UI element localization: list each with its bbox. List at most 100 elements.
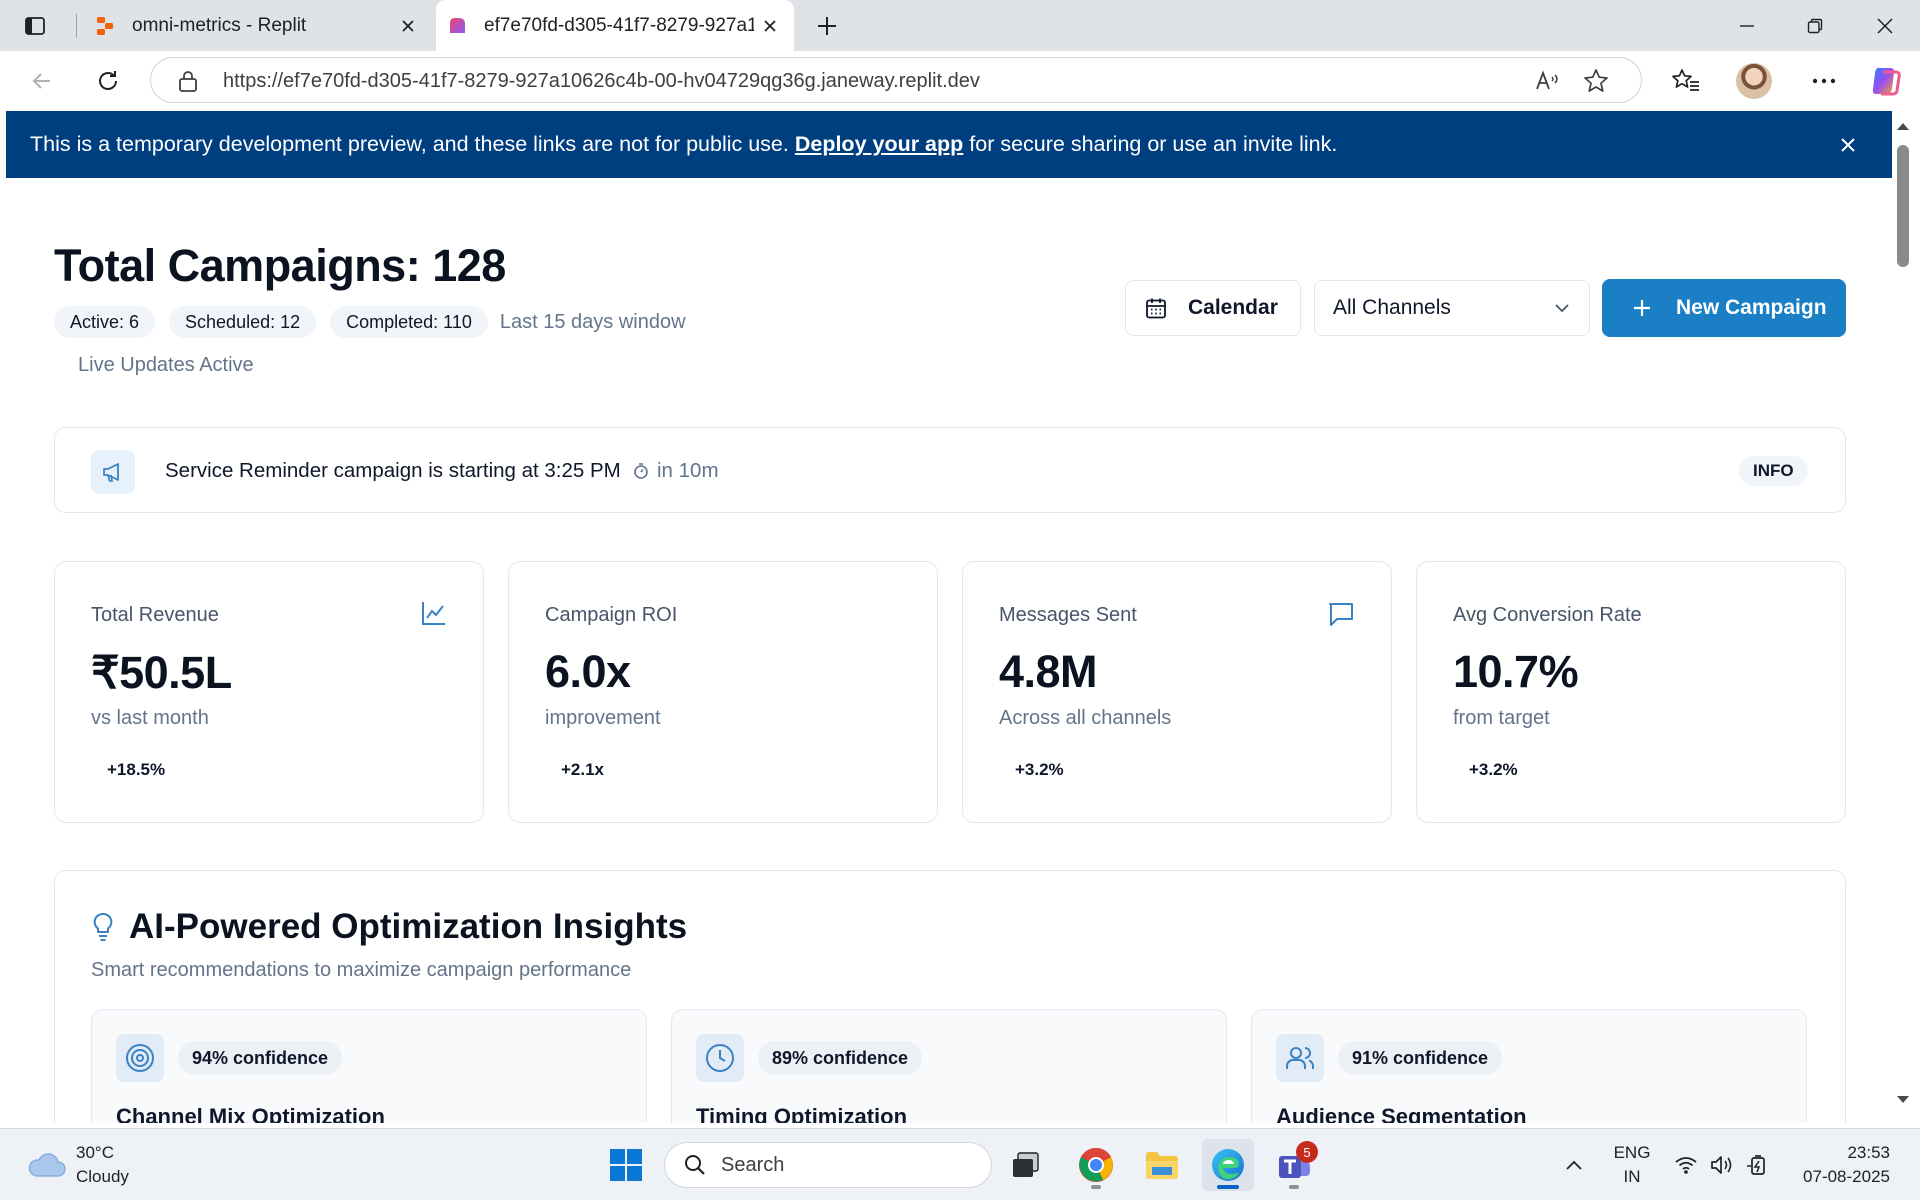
confidence-badge: 89% confidence	[758, 1041, 923, 1075]
start-button[interactable]	[600, 1139, 652, 1191]
chevron-up-icon	[1566, 1160, 1582, 1170]
running-indicator	[1091, 1185, 1101, 1189]
taskbar-clock[interactable]: 23:53 07-08-2025	[1790, 1141, 1890, 1189]
insight-card-timing[interactable]: 89% confidence Timing Optimization	[671, 1009, 1227, 1123]
calendar-button[interactable]: Calendar	[1125, 280, 1301, 336]
tab-preview[interactable]: ef7e70fd-d305-41f7-8279-927a10626c4b-00-…	[436, 0, 794, 51]
edge-app[interactable]	[1202, 1139, 1254, 1191]
task-view-button[interactable]	[1000, 1139, 1052, 1191]
stat-value: 10.7%	[1453, 646, 1579, 697]
new-campaign-button[interactable]: New Campaign	[1602, 279, 1846, 337]
tab-actions-button[interactable]	[14, 11, 56, 41]
notice-message: Service Reminder campaign is starting at…	[165, 459, 621, 482]
insight-card-audience[interactable]: 91% confidence Audience Segmentation	[1251, 1009, 1807, 1123]
running-indicator	[1289, 1185, 1299, 1189]
tab-close-button[interactable]	[754, 10, 786, 42]
restore-icon	[1807, 18, 1823, 33]
copilot-button[interactable]	[1866, 61, 1906, 101]
page-scrollbar[interactable]	[1892, 111, 1920, 1123]
stat-delta: +18.5%	[107, 760, 166, 779]
scroll-up-arrow-icon[interactable]	[1896, 121, 1910, 131]
profile-avatar[interactable]	[1736, 63, 1772, 99]
new-tab-button[interactable]	[810, 9, 844, 43]
stat-delta: +3.2%	[1015, 760, 1064, 779]
insight-card-channel-mix[interactable]: 94% confidence Channel Mix Optimization	[91, 1009, 647, 1123]
deploy-app-link[interactable]: Deploy your app	[795, 132, 963, 156]
stat-delta: +3.2%	[1469, 760, 1518, 779]
cloud-icon	[28, 1153, 66, 1177]
stat-subtext: vs last month	[91, 707, 209, 729]
region-code: IN	[1623, 1167, 1641, 1186]
show-hidden-icons-button[interactable]	[1556, 1129, 1592, 1200]
minimize-button[interactable]	[1714, 0, 1780, 51]
weather-temp: 30°C	[76, 1143, 114, 1162]
copilot-icon	[1872, 68, 1901, 96]
search-icon	[685, 1155, 705, 1175]
teams-app[interactable]: 5	[1268, 1139, 1320, 1191]
chevron-down-icon	[1555, 304, 1569, 313]
replit-favicon-icon	[97, 16, 113, 35]
refresh-icon	[99, 71, 117, 90]
notice-type-badge: INFO	[1739, 456, 1808, 486]
notice-timer: in 10m	[633, 459, 719, 483]
calendar-icon	[1146, 298, 1166, 319]
plus-icon	[818, 17, 836, 35]
file-explorer-app[interactable]	[1136, 1139, 1188, 1191]
users-icon	[1286, 1047, 1314, 1069]
star-icon	[1584, 69, 1608, 92]
page-title: Total Campaigns: 128	[54, 240, 506, 291]
stat-card-messages-sent: Messages Sent 4.8M Across all channels +…	[962, 561, 1392, 823]
taskbar-search[interactable]: Search	[664, 1142, 992, 1188]
restore-button[interactable]	[1782, 0, 1848, 51]
target-icon	[126, 1044, 154, 1072]
weather-text: 30°C Cloudy	[76, 1141, 129, 1189]
megaphone-icon	[103, 463, 119, 482]
lock-icon	[179, 71, 197, 92]
notice-timer-text: in 10m	[657, 459, 719, 482]
confidence-badge: 91% confidence	[1338, 1041, 1503, 1075]
language-indicator[interactable]: ENG IN	[1600, 1129, 1664, 1200]
message-square-icon	[1329, 603, 1353, 626]
read-aloud-button[interactable]	[1533, 66, 1563, 96]
chrome-app[interactable]	[1070, 1139, 1122, 1191]
stats-grid: Total Revenue ₹50.5L vs last month +18.5…	[54, 561, 1846, 823]
tab-title: omni-metrics - Replit	[132, 14, 307, 36]
banner-close-button[interactable]	[1834, 131, 1862, 159]
stat-subtext: from target	[1453, 707, 1550, 729]
timer-icon	[634, 463, 648, 479]
close-icon	[1841, 138, 1855, 152]
tab-separator	[76, 14, 77, 38]
scroll-down-arrow-icon[interactable]	[1896, 1095, 1910, 1105]
live-updates-status: Live Updates Active	[78, 354, 254, 376]
edge-icon	[1212, 1149, 1244, 1181]
wifi-icon	[1675, 1157, 1697, 1174]
favorites-button[interactable]	[1666, 61, 1706, 101]
back-button[interactable]	[22, 61, 62, 101]
system-tray-quick-settings[interactable]	[1672, 1129, 1772, 1200]
status-badge: Completed: 110	[330, 306, 488, 338]
chrome-icon	[1079, 1148, 1113, 1182]
tab-actions-icon	[25, 17, 45, 35]
favorite-button[interactable]	[1581, 66, 1611, 96]
banner-text: for secure sharing or use an invite link…	[963, 132, 1338, 156]
tab-omni-metrics[interactable]: omni-metrics - Replit	[80, 0, 432, 51]
channel-select-value: All Channels	[1333, 296, 1451, 319]
scrollbar-thumb[interactable]	[1897, 145, 1909, 267]
minimize-icon	[1740, 24, 1754, 27]
url-text[interactable]: https://ef7e70fd-d305-41f7-8279-927a1062…	[223, 70, 980, 93]
windows-logo-icon	[610, 1149, 642, 1181]
tab-close-button[interactable]	[392, 10, 424, 42]
settings-menu-button[interactable]	[1804, 61, 1844, 101]
close-window-button[interactable]	[1852, 0, 1918, 51]
insights-title: AI-Powered Optimization Insights	[129, 907, 688, 946]
banner-text: This is a temporary development preview,…	[30, 132, 795, 156]
banner-message: This is a temporary development preview,…	[30, 132, 1337, 157]
more-dots-icon	[1812, 78, 1836, 84]
stat-label: Avg Conversion Rate	[1453, 604, 1642, 626]
refresh-button[interactable]	[88, 61, 128, 101]
channel-select[interactable]: All Channels	[1314, 280, 1590, 336]
address-bar[interactable]: https://ef7e70fd-d305-41f7-8279-927a1062…	[150, 57, 1642, 103]
status-badge: Scheduled: 12	[169, 306, 317, 338]
calendar-button-label: Calendar	[1188, 296, 1278, 319]
weather-widget[interactable]: 30°C Cloudy	[26, 1141, 129, 1189]
